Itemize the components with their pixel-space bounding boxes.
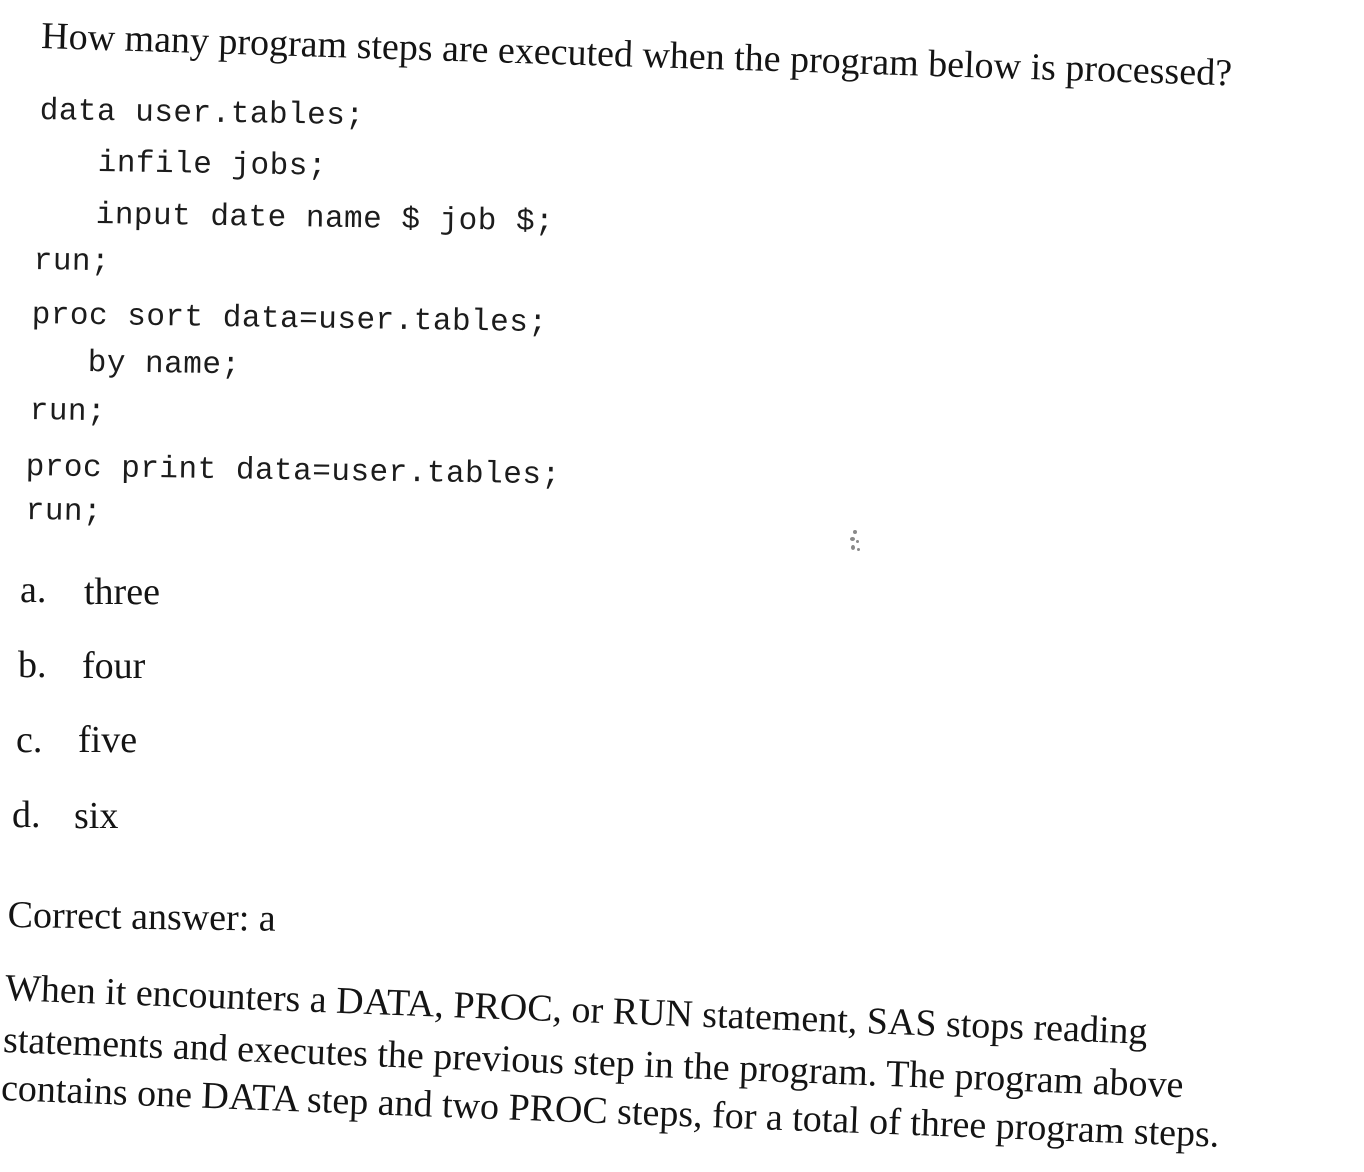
code-line: by name; bbox=[87, 346, 241, 384]
option-letter: a. bbox=[20, 569, 47, 611]
code-line: input date name $ job $; bbox=[95, 198, 555, 241]
option-text: three bbox=[84, 571, 160, 613]
code-line: run; bbox=[29, 394, 107, 431]
option-letter: d. bbox=[12, 794, 41, 836]
code-line: run; bbox=[33, 244, 111, 281]
scan-speck bbox=[848, 528, 862, 554]
option-text: six bbox=[74, 795, 119, 837]
option-text: four bbox=[82, 645, 146, 687]
question-text: How many program steps are executed when… bbox=[40, 14, 1233, 95]
code-line: proc sort data=user.tables; bbox=[31, 298, 548, 342]
option-letter: c. bbox=[16, 719, 43, 761]
code-line: run; bbox=[25, 494, 103, 531]
option-text: five bbox=[78, 719, 138, 761]
scanned-page: How many program steps are executed when… bbox=[0, 0, 1364, 1172]
option-letter: b. bbox=[18, 644, 47, 686]
correct-answer: Correct answer: a bbox=[7, 893, 276, 940]
code-line: proc print data=user.tables; bbox=[25, 450, 561, 494]
code-line: infile jobs; bbox=[97, 146, 328, 185]
code-line: data user.tables; bbox=[39, 94, 365, 135]
